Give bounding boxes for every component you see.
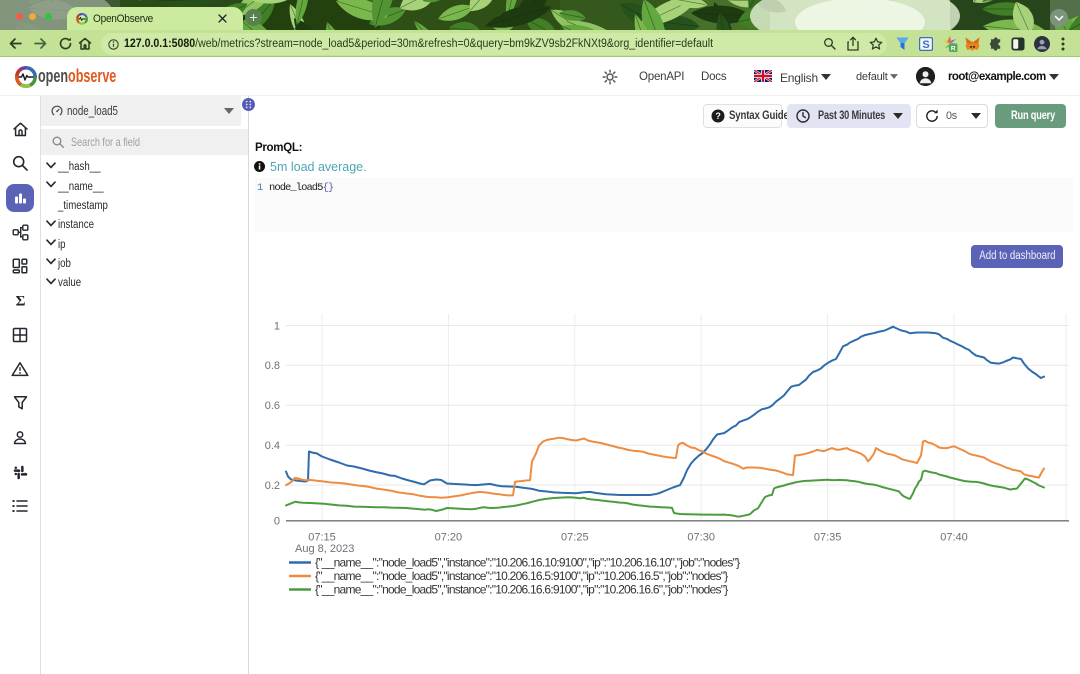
svg-text:Σ: Σ <box>15 294 25 309</box>
svg-text:0.2: 0.2 <box>265 480 280 492</box>
svg-text:07:25: 07:25 <box>561 532 589 544</box>
svg-text:S: S <box>922 39 929 51</box>
svg-text:0: 0 <box>274 516 280 528</box>
svg-text:07:15: 07:15 <box>308 532 336 544</box>
svg-text:0.6: 0.6 <box>265 400 280 412</box>
svg-text:07:20: 07:20 <box>435 532 463 544</box>
svg-text:07:40: 07:40 <box>940 532 968 544</box>
svg-text:{"__name__":"node_load5","inst: {"__name__":"node_load5","instance":"10.… <box>315 556 740 570</box>
svg-text:{"__name__":"node_load5","inst: {"__name__":"node_load5","instance":"10.… <box>315 569 728 583</box>
svg-text:{"__name__":"node_load5","inst: {"__name__":"node_load5","instance":"10.… <box>315 583 728 597</box>
svg-text:?: ? <box>715 111 720 121</box>
svg-text:0.8: 0.8 <box>265 360 280 372</box>
svg-text:1: 1 <box>274 320 280 332</box>
svg-text:0.4: 0.4 <box>265 440 280 452</box>
svg-text:R: R <box>951 45 956 52</box>
svg-text:07:35: 07:35 <box>814 532 842 544</box>
svg-text:Aug 8, 2023: Aug 8, 2023 <box>295 543 354 555</box>
svg-text:07:30: 07:30 <box>687 532 715 544</box>
